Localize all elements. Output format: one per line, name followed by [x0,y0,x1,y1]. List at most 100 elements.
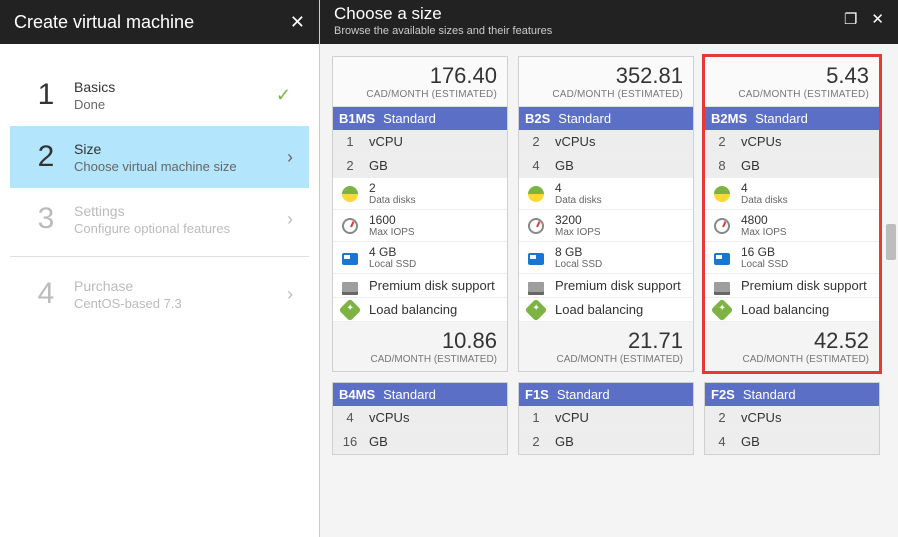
step-sublabel: Done [74,97,276,112]
ssd-icon [714,253,730,265]
spec-load-balancing: Load balancing [333,298,507,322]
step-basics[interactable]: 1 Basics Done ✓ [10,64,309,126]
ram-count: 8 [711,158,733,173]
size-card-f1s[interactable]: F1SStandard1vCPU2GB [518,382,694,455]
ram-count: 2 [339,158,361,173]
size-card-b1ms[interactable]: 176.40CAD/MONTH (ESTIMATED)B1MSStandard1… [332,56,508,372]
tier-label: Standard [558,111,611,126]
price-unit: CAD/MONTH (ESTIMATED) [529,89,683,100]
vcpu-count: 1 [339,134,361,149]
tier-label: Standard [557,387,610,402]
ssd-icon [528,253,544,265]
spec-ram: 2GB [333,154,507,178]
size-card-b2ms[interactable]: 5.43CAD/MONTH (ESTIMATED)B2MSStandard2vC… [704,56,880,372]
spec-ram: 8GB [705,154,879,178]
spec-premium-disk: Premium disk support [519,274,693,298]
disk-icon [342,186,358,202]
hdd-icon [714,282,730,292]
wizard-panel: Create virtual machine ✕ 1 Basics Done ✓… [0,0,320,537]
spec-load-balancing: Load balancing [705,298,879,322]
card-top-price: 352.81CAD/MONTH (ESTIMATED) [519,57,693,107]
gauge-icon [528,218,544,234]
tier-label: Standard [383,387,436,402]
vcpu-count: 2 [711,134,733,149]
price-value: 176.40 [343,63,497,89]
wizard-header: Create virtual machine ✕ [0,0,319,44]
spec-iops: 4800Max IOPS [705,210,879,242]
step-number: 4 [26,277,66,311]
hdd-icon [342,282,358,292]
spec-iops: 3200Max IOPS [519,210,693,242]
load-balance-icon [339,298,362,321]
ram-count: 2 [525,434,547,449]
price-unit: CAD/MONTH (ESTIMATED) [343,354,497,365]
vcpu-count: 4 [339,410,361,425]
ssd-icon [342,253,358,265]
step-sublabel: CentOS-based 7.3 [74,296,287,311]
step-number: 1 [26,78,66,112]
card-header: B1MSStandard [333,107,507,130]
spec-iops: 1600Max IOPS [333,210,507,242]
vcpu-count: 2 [525,134,547,149]
spec-ram: 2GB [519,430,693,454]
price-value: 5.43 [715,63,869,89]
price-value: 352.81 [529,63,683,89]
price-value: 42.52 [715,328,869,354]
close-icon[interactable]: ✕ [871,10,884,28]
panel-title: Choose a size [334,4,552,24]
spec-datadisks: 4Data disks [519,178,693,210]
step-size[interactable]: 2 Size Choose virtual machine size › [10,126,309,188]
card-bottom-price: 10.86CAD/MONTH (ESTIMATED) [333,322,507,371]
spec-vcpu: 1vCPU [333,130,507,154]
step-number: 3 [26,202,66,236]
spec-datadisks: 4Data disks [705,178,879,210]
card-top-price: 5.43CAD/MONTH (ESTIMATED) [705,57,879,107]
spec-ssd: 16 GBLocal SSD [705,242,879,274]
spec-ram: 16GB [333,430,507,454]
step-label: Basics [74,79,276,95]
gauge-icon [714,218,730,234]
step-purchase[interactable]: 4 Purchase CentOS-based 7.3 › [10,263,309,325]
ram-count: 4 [525,158,547,173]
load-balance-icon [711,298,734,321]
sku-label: B2S [525,111,550,126]
load-balance-icon [525,298,548,321]
panel-subtitle: Browse the available sizes and their fea… [334,25,552,37]
tier-label: Standard [743,387,796,402]
ram-count: 16 [339,434,361,449]
spec-vcpu: 2vCPUs [705,130,879,154]
size-panel: Choose a size Browse the available sizes… [320,0,898,537]
spec-vcpu: 1vCPU [519,406,693,430]
hdd-icon [528,282,544,292]
chevron-right-icon: › [287,284,293,305]
step-sublabel: Configure optional features [74,221,287,236]
price-unit: CAD/MONTH (ESTIMATED) [529,354,683,365]
spec-premium-disk: Premium disk support [705,274,879,298]
spec-vcpu: 2vCPUs [705,406,879,430]
check-icon: ✓ [276,85,291,106]
price-unit: CAD/MONTH (ESTIMATED) [715,89,869,100]
size-card-b4ms[interactable]: B4MSStandard4vCPUs16GB [332,382,508,455]
spec-vcpu: 2vCPUs [519,130,693,154]
disk-icon [714,186,730,202]
scrollbar-thumb[interactable] [886,224,896,260]
vcpu-count: 2 [711,410,733,425]
step-label: Settings [74,203,287,219]
step-settings[interactable]: 3 Settings Configure optional features › [10,188,309,257]
wizard-steps: 1 Basics Done ✓ 2 Size Choose virtual ma… [0,44,319,345]
spec-datadisks: 2Data disks [333,178,507,210]
restore-icon[interactable]: ❐ [844,10,857,28]
chevron-right-icon: › [287,147,293,168]
spec-vcpu: 4vCPUs [333,406,507,430]
close-icon[interactable]: ✕ [290,12,305,33]
tier-label: Standard [755,111,808,126]
price-unit: CAD/MONTH (ESTIMATED) [343,89,497,100]
spec-ssd: 4 GBLocal SSD [333,242,507,274]
spec-ram: 4GB [519,154,693,178]
size-header: Choose a size Browse the available sizes… [320,0,898,44]
size-card-b2s[interactable]: 352.81CAD/MONTH (ESTIMATED)B2SStandard2v… [518,56,694,372]
price-value: 10.86 [343,328,497,354]
step-label: Purchase [74,278,287,294]
size-card-f2s[interactable]: F2SStandard2vCPUs4GB [704,382,880,455]
card-bottom-price: 42.52CAD/MONTH (ESTIMATED) [705,322,879,371]
